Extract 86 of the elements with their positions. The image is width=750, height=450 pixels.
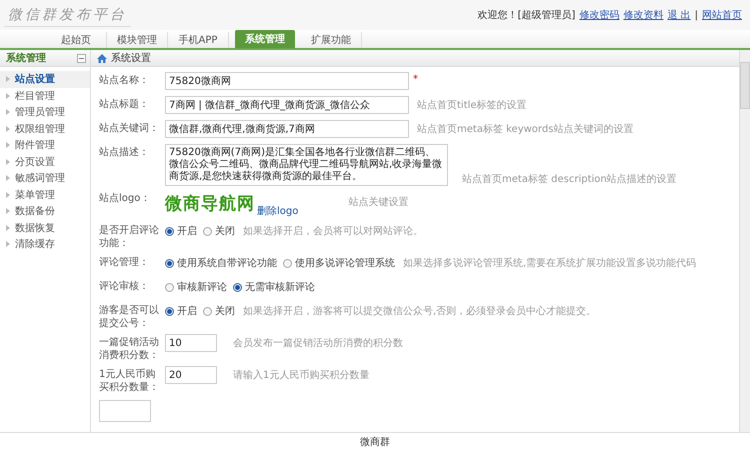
hint-text: 如果选择开启，游客将可以提交微信公众号,否则，必须登录会员中心才能提交。 <box>243 304 596 318</box>
home-icon <box>97 54 107 62</box>
sidebar-item[interactable]: 栏目管理 <box>0 88 90 104</box>
arrow-icon <box>6 126 10 132</box>
sidebar-item[interactable]: 站点设置 <box>0 71 90 88</box>
site-logo: 微信群发布平台 <box>4 4 131 26</box>
logo-image: 微商导航网 <box>165 193 255 215</box>
field-label: 一篇促销活动消费积分数： <box>99 336 160 362</box>
radio-button[interactable] <box>283 258 292 268</box>
sidebar-title: 系统管理 <box>6 52 46 65</box>
hint-text: 如果选择多说评论管理系统,需要在系统扩展功能设置多说功能代码 <box>403 256 696 270</box>
radio-button[interactable] <box>203 306 212 316</box>
text-field[interactable]: 微信群,微商代理,微商货源,7商网 <box>165 120 409 138</box>
arrow-icon <box>6 92 10 99</box>
field-label: 站点描述： <box>99 146 150 159</box>
home-link[interactable]: 网站首页 <box>702 8 742 22</box>
radio-button[interactable] <box>165 258 174 268</box>
radio-option[interactable]: 无需审核新评论 <box>233 280 315 294</box>
hint-text: 站点首页title标签的设置 <box>417 98 527 112</box>
radio-option[interactable]: 审核新评论 <box>165 280 227 294</box>
text-field[interactable]: 75820微商网 <box>165 72 409 90</box>
hint-text: 站点首页meta标签 keywords站点关键词的设置 <box>417 122 634 136</box>
nav-tab[interactable]: 模块管理 <box>107 32 168 48</box>
sidebar-item[interactable]: 敏感词管理 <box>0 170 90 186</box>
required-mark: * <box>413 73 418 85</box>
collapse-icon[interactable] <box>77 54 86 62</box>
number-field[interactable]: 20 <box>165 366 217 384</box>
field-label: 站点logo： <box>99 192 152 205</box>
arrow-icon <box>6 224 10 231</box>
header-link[interactable]: 修改密码 <box>579 8 620 22</box>
welcome-text: 欢迎您！[超级管理员] <box>478 8 576 22</box>
sidebar-item[interactable]: 附件管理 <box>0 137 90 154</box>
field-label: 评论管理： <box>99 256 150 269</box>
radio-option[interactable]: 开启 <box>165 224 197 238</box>
number-field[interactable]: 10 <box>165 334 217 352</box>
sidebar-item[interactable]: 数据备份 <box>0 203 90 220</box>
field-label: 站点名称： <box>99 74 150 87</box>
sidebar-item[interactable]: 菜单管理 <box>0 186 90 203</box>
hint-text: 会员发布一篇促销活动所消费的积分数 <box>233 336 403 350</box>
delete-logo-link[interactable]: 删除logo <box>257 204 298 218</box>
sidebar-item[interactable]: 数据恢复 <box>0 220 90 236</box>
separator: | <box>694 10 698 20</box>
radio-button[interactable] <box>165 306 174 316</box>
arrow-icon <box>6 208 10 214</box>
nav-tab[interactable]: 扩展功能 <box>301 32 362 48</box>
scrollbar-thumb[interactable] <box>740 62 750 109</box>
header-link[interactable]: 修改资料 <box>623 8 664 22</box>
hint-text: 如果选择开启，会员将可以对网站评论。 <box>243 224 423 238</box>
hint-text: 站点首页meta标签 description站点描述的设置 <box>462 172 677 186</box>
sidebar-item[interactable]: 分页设置 <box>0 154 90 170</box>
radio-button[interactable] <box>203 226 212 236</box>
field-label: 站点关键词： <box>99 122 160 135</box>
arrow-icon <box>6 109 10 116</box>
nav-tab[interactable]: 起始页 <box>46 32 107 48</box>
text-field[interactable]: 7商网 | 微信群_微商代理_微商货源_微信公众 <box>165 96 409 114</box>
scrollbar[interactable] <box>739 50 750 432</box>
arrow-icon <box>6 142 10 148</box>
arrow-icon <box>6 192 10 198</box>
sidebar-item[interactable]: 清除缓存 <box>0 236 90 252</box>
field-label: 1元人民币购买积分数量： <box>99 368 160 394</box>
header-link[interactable]: 退 出 <box>667 8 691 22</box>
hint-text: 请输入1元人民币购买积分数量 <box>233 368 370 382</box>
arrow-icon <box>6 76 10 82</box>
radio-button[interactable] <box>165 226 174 236</box>
arrow-icon <box>6 175 10 182</box>
sidebar-item[interactable]: 权限组管理 <box>0 120 90 137</box>
radio-option[interactable]: 使用多说评论管理系统 <box>283 256 395 270</box>
radio-option[interactable]: 使用系统自带评论功能 <box>165 256 277 270</box>
arrow-icon <box>6 241 10 248</box>
panel-title: 系统设置 <box>111 52 151 65</box>
field-label: 评论审核： <box>99 280 150 293</box>
sidebar-item[interactable]: 管理员管理 <box>0 104 90 120</box>
field-label: 站点标题： <box>99 98 150 111</box>
field-label: 游客是否可以提交公号： <box>99 304 160 330</box>
nav-tab[interactable]: 手机APP <box>168 32 229 48</box>
radio-button[interactable] <box>165 282 174 292</box>
radio-option[interactable]: 开启 <box>165 304 197 318</box>
field-label: 是否开启评论功能： <box>99 224 160 250</box>
radio-button[interactable] <box>233 282 242 292</box>
textarea-field[interactable]: 75820微商网(7商网)是汇集全国各地各行业微信群二维码、微信公众号二维码、微商品牌代理二维码导航网站,收录海量微商货源,是您快速获得微商货源的最佳平台。 <box>165 144 448 186</box>
radio-option[interactable]: 关闭 <box>203 304 235 318</box>
radio-option[interactable]: 关闭 <box>203 224 235 238</box>
footer-text: 微商群 <box>360 436 390 448</box>
arrow-icon <box>6 158 10 165</box>
select-field[interactable] <box>99 400 151 422</box>
hint-text: 站点关键设置 <box>348 196 408 209</box>
